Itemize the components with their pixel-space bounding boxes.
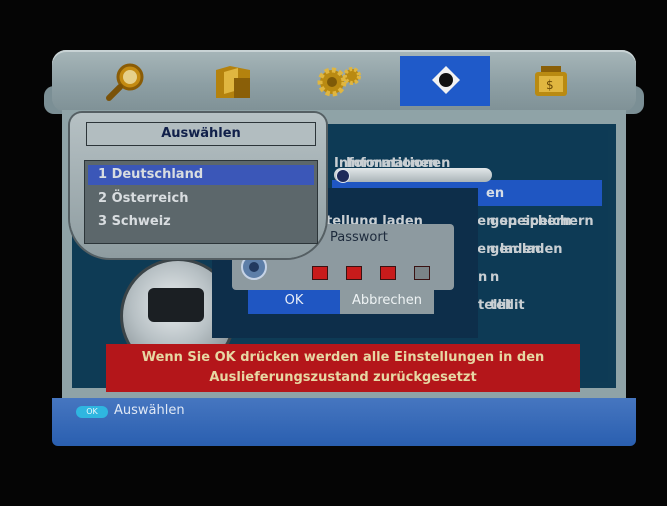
menu-item-load-visible[interactable]: gen laden <box>468 242 541 257</box>
warning-line-2: Auslieferungszustand zurückgesetzt <box>209 370 477 385</box>
pin-digit-4 <box>414 266 430 280</box>
slider-knob <box>336 169 350 183</box>
menu-item-n[interactable]: n <box>490 270 499 285</box>
footer-hint: Auswählen <box>114 403 185 418</box>
menu-item-save-visible[interactable]: gen speichern <box>468 214 572 229</box>
cancel-button[interactable]: Abbrechen <box>340 290 434 314</box>
tab-channels[interactable] <box>188 56 278 106</box>
reset-warning: Wenn Sie OK drücken werden alle Einstell… <box>106 344 580 392</box>
magnifier-icon <box>106 63 144 101</box>
emblem-core <box>148 288 204 322</box>
menu-item-selected[interactable]: en <box>486 186 504 201</box>
menu-item-n-visible[interactable]: n <box>478 270 487 285</box>
card-icon <box>432 66 460 94</box>
password-title: Passwort <box>330 230 388 245</box>
warning-line-1: Wenn Sie OK drücken werden alle Einstell… <box>141 350 545 365</box>
svg-text:$: $ <box>546 78 554 92</box>
progress-slider <box>334 168 492 182</box>
folder-icon <box>216 66 250 98</box>
pin-digit-1 <box>312 266 328 280</box>
country-option-1[interactable]: 1 Deutschland <box>98 167 203 182</box>
tab-system[interactable] <box>400 56 490 106</box>
gears-icon <box>317 67 361 97</box>
country-option-2[interactable]: 2 Österreich <box>98 191 188 206</box>
popup-title: Auswählen <box>86 122 316 146</box>
tab-tv[interactable]: $ <box>506 56 596 106</box>
pin-digit-2 <box>346 266 362 280</box>
ok-button[interactable]: OK <box>248 290 340 314</box>
pin-digit-3 <box>380 266 396 280</box>
menu-item-satellite-visible[interactable]: tellit <box>478 298 513 313</box>
tab-settings[interactable] <box>294 56 384 106</box>
ok-key-icon: OK <box>76 406 108 418</box>
country-option-3[interactable]: 3 Schweiz <box>98 214 171 229</box>
tv-icon: $ <box>535 66 567 96</box>
tab-search[interactable] <box>82 56 172 106</box>
main-tab-bar: $ <box>52 50 636 112</box>
